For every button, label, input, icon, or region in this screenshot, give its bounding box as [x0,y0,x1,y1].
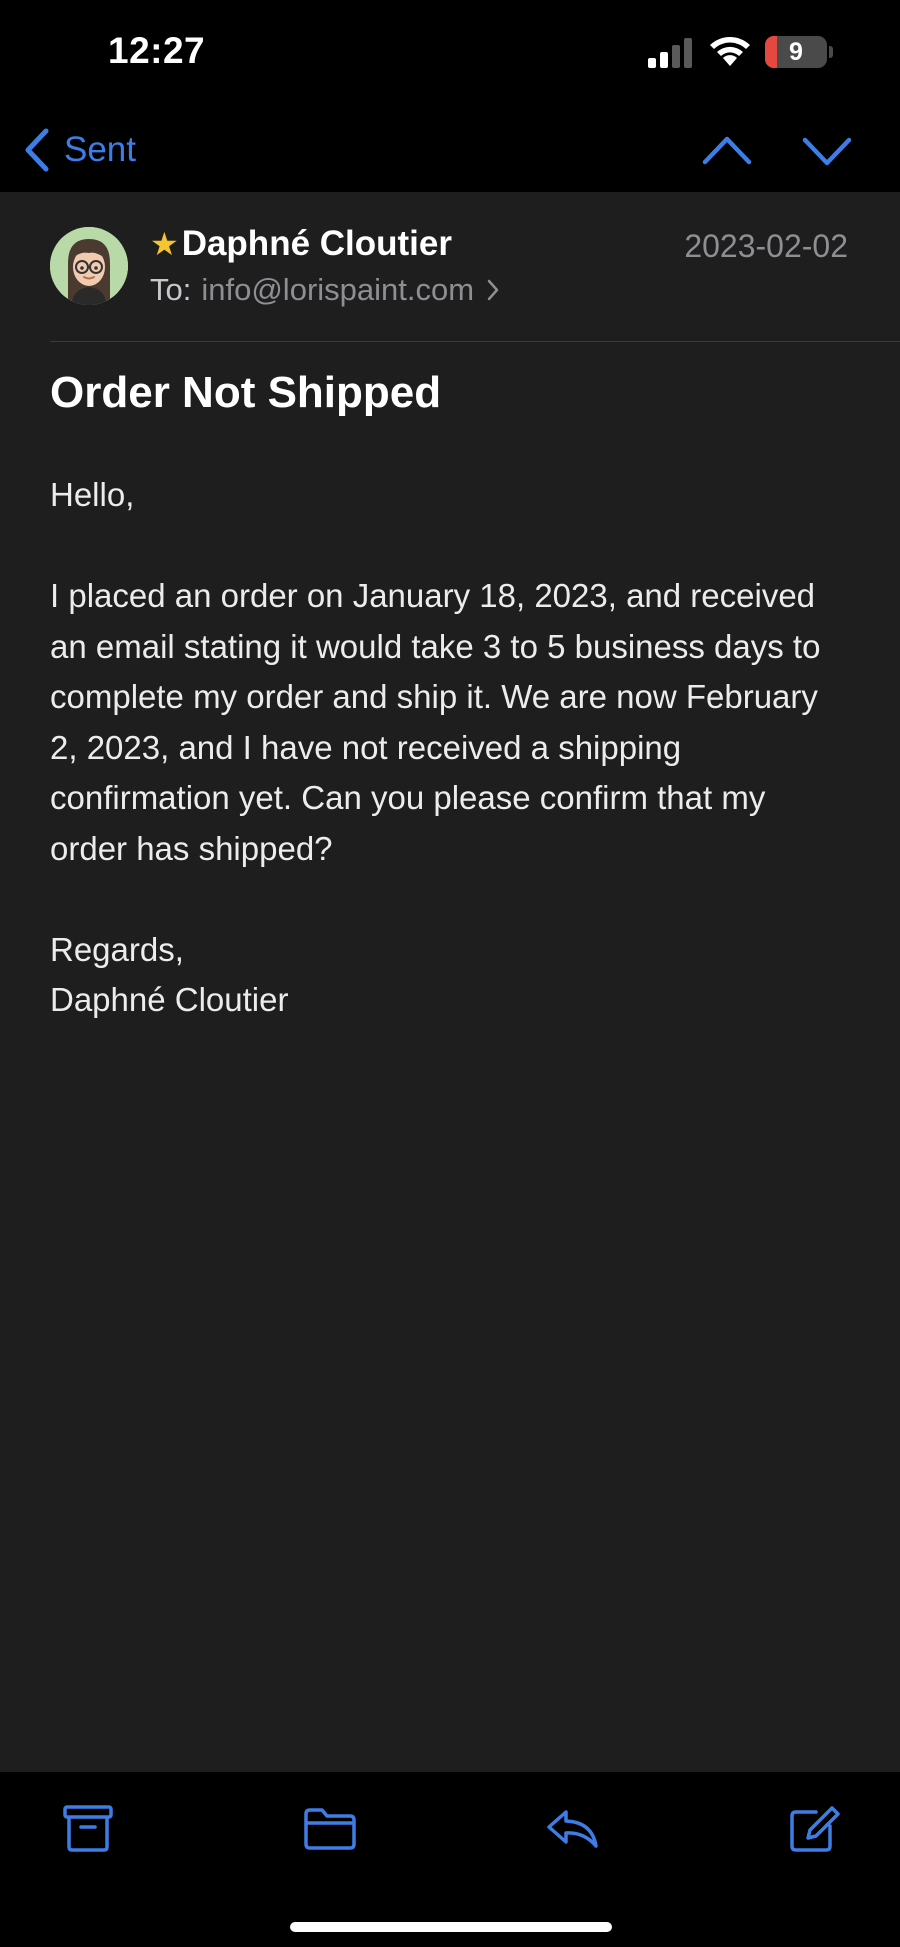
back-label: Sent [64,130,136,169]
status-bar: 12:27 9 [0,0,900,108]
sender-avatar[interactable] [50,227,128,305]
sender-line[interactable]: ★ Daphné Cloutier [150,224,452,264]
sender-name: Daphné Cloutier [181,224,452,263]
status-time: 12:27 [108,30,206,71]
email-date: 2023-02-02 [684,228,848,264]
mail-message-screen: 12:27 9 Sent ★ Daphné Cloutier 2023-02-0… [0,0,900,1947]
body-closing: Regards, [50,930,184,968]
chevron-down-icon[interactable] [802,126,852,176]
header-divider [50,341,900,342]
body-greeting: Hello, [50,476,135,513]
cellular-signal-icon [648,38,692,68]
nav-bar: Sent [0,108,900,192]
battery-cap [829,46,833,58]
memoji-avatar-icon [50,227,128,305]
email-subject: Order Not Shipped [50,368,442,417]
to-label: To: [150,272,192,307]
archive-box-icon [63,1805,113,1852]
chevron-right-icon [487,279,499,301]
email-body: Hello, I placed an order on January 18, … [50,470,850,1026]
wifi-icon [710,37,750,66]
star-icon: ★ [150,226,179,262]
body-paragraph: I placed an order on January 18, 2023, a… [50,577,821,867]
move-to-folder-button[interactable] [302,1802,358,1854]
bottom-toolbar [0,1772,900,1947]
body-signature: Daphné Cloutier [50,981,289,1018]
back-button[interactable]: Sent [22,122,136,178]
archive-button[interactable] [60,1802,116,1854]
compose-button[interactable] [786,1802,842,1854]
battery-icon: 9 [765,36,827,68]
battery-level: 9 [789,38,803,66]
chevron-left-icon [25,128,49,172]
compose-icon [790,1806,840,1852]
folder-icon [304,1808,356,1850]
home-indicator[interactable] [290,1922,612,1932]
reply-button[interactable] [544,1802,600,1854]
chevron-up-icon[interactable] [702,126,752,176]
reply-icon [547,1810,598,1848]
recipient-line[interactable]: To: info@lorispaint.com [150,272,500,308]
recipient-address: info@lorispaint.com [201,272,475,307]
